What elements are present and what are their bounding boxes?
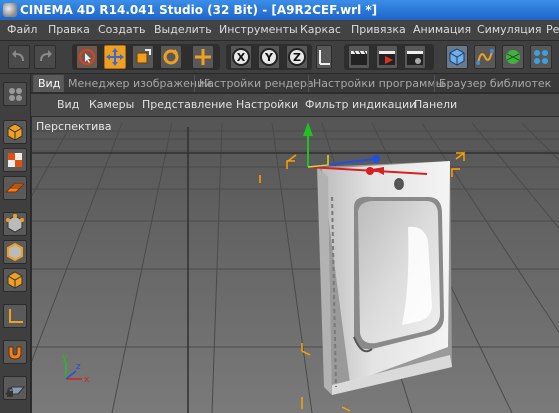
left-toolbar: [0, 74, 31, 413]
vpmenu-panel[interactable]: Панели: [414, 94, 457, 116]
edges-mode-button[interactable]: [3, 240, 27, 264]
sink-model: [317, 161, 452, 395]
viewport-perspective[interactable]: y x z Перспектива: [32, 117, 559, 413]
gizmo-z-handle: [372, 155, 380, 163]
window-title: CINEMA 4D R14.041 Studio (32 Bit) - [A9R…: [20, 3, 378, 17]
world-icon: [319, 50, 330, 65]
coordinate-system-button[interactable]: [316, 45, 332, 69]
axis-mode-button[interactable]: [3, 304, 27, 328]
menu-select[interactable]: Выделить: [154, 20, 212, 40]
vpmenu-cameras[interactable]: Камеры: [89, 94, 134, 116]
clapboard-icon: [351, 50, 367, 65]
z-axis-lock-button[interactable]: Z: [286, 45, 308, 69]
axis-label-z: z: [76, 362, 81, 372]
menu-animate[interactable]: Анимация: [413, 20, 471, 40]
main-toolbar: X Y Z: [0, 41, 559, 74]
polygons-cube-icon: [7, 271, 23, 289]
menu-file[interactable]: Файл: [7, 20, 37, 40]
y-axis-lock-button[interactable]: Y: [258, 45, 280, 69]
title-bar: CINEMA 4D R14.041 Studio (32 Bit) - [A9R…: [0, 0, 559, 20]
axis-corner-icon: [9, 309, 23, 323]
checker-icon: [8, 153, 22, 167]
menu-snap[interactable]: Привязка: [351, 20, 406, 40]
rotate-tool-button[interactable]: [160, 45, 182, 69]
vpmenu-view[interactable]: Вид: [57, 94, 79, 116]
add-tool-button[interactable]: [192, 45, 214, 69]
tab-preferences[interactable]: Настройки программы: [308, 75, 448, 92]
nurbs-icon: [506, 50, 520, 64]
editable-icon: [9, 88, 22, 101]
cube-icon: [449, 48, 465, 66]
texture-mode-button[interactable]: [3, 148, 27, 172]
redo-button[interactable]: [34, 45, 56, 69]
render-settings-button[interactable]: [404, 45, 426, 69]
model-mode-button[interactable]: [3, 120, 27, 144]
cube-button[interactable]: [446, 45, 468, 69]
render-view-button[interactable]: [348, 45, 370, 69]
y-axis-icon: Y: [260, 48, 278, 66]
nurbs-button[interactable]: [502, 45, 524, 69]
redo-icon: [40, 50, 52, 61]
magnet-icon: [8, 346, 22, 360]
z-axis-icon: Z: [288, 48, 306, 66]
points-mode-button[interactable]: [3, 212, 27, 236]
viewport-label: Перспектива: [36, 120, 112, 133]
vpmenu-filter[interactable]: Фильтр индикации: [305, 94, 416, 116]
viewport-scene: y x z: [32, 117, 559, 413]
x-axis-icon: X: [232, 48, 250, 66]
tab-content-browser[interactable]: Браузер библиотек: [434, 75, 555, 92]
points-cube-icon: [6, 214, 24, 233]
z-axis-label: Z: [293, 51, 301, 64]
vpmenu-display[interactable]: Представление: [142, 94, 232, 116]
lock-grid-icon: [4, 386, 26, 397]
scale-icon: [136, 49, 151, 64]
clapboard-render-icon: [379, 51, 395, 65]
snap-button[interactable]: [3, 340, 27, 364]
workplane-lock-button[interactable]: [3, 376, 27, 400]
menu-edit[interactable]: Правка: [48, 20, 90, 40]
tab-render-settings[interactable]: Настройки рендера: [194, 75, 318, 92]
menu-simulate[interactable]: Симуляция: [477, 20, 542, 40]
plus-icon: [195, 49, 211, 65]
live-selection-button[interactable]: [76, 45, 98, 69]
move-icon: [106, 48, 124, 66]
array-icon: [534, 50, 548, 64]
x-axis-label: X: [237, 51, 246, 64]
x-axis-lock-button[interactable]: X: [230, 45, 252, 69]
move-tool-button[interactable]: [104, 45, 126, 69]
manager-tabs: Вид Менеджер изображений Настройки ренде…: [31, 74, 559, 92]
spline-button[interactable]: [474, 45, 496, 69]
render-picture-viewer-button[interactable]: [376, 45, 398, 69]
axis-label-x: x: [84, 375, 90, 385]
menu-tools[interactable]: Инструменты: [219, 20, 298, 40]
clapboard-settings-icon: [407, 51, 423, 65]
viewport-menu: Вид Камеры Представление Настройки Фильт…: [31, 94, 559, 116]
model-cube-icon: [7, 123, 23, 141]
app-icon: [3, 3, 17, 17]
scale-tool-button[interactable]: [132, 45, 154, 69]
menu-mesh[interactable]: Каркас: [300, 20, 341, 40]
tab-picture-viewer[interactable]: Менеджер изображений: [63, 75, 215, 92]
edges-cube-icon: [7, 242, 23, 262]
spline-icon: [476, 49, 494, 65]
menu-create[interactable]: Создать: [98, 20, 146, 40]
menu-render[interactable]: Ре: [546, 20, 559, 40]
vpmenu-options[interactable]: Настройки: [236, 94, 298, 116]
polygons-mode-button[interactable]: [3, 268, 27, 292]
y-axis-label: Y: [264, 51, 274, 64]
undo-icon: [12, 50, 24, 61]
selection-icon: [79, 49, 95, 65]
workplane-mode-button[interactable]: [3, 176, 27, 200]
grid-plane-icon: [4, 183, 26, 193]
array-button[interactable]: [530, 45, 552, 69]
make-editable-button[interactable]: [3, 82, 27, 106]
rotate-icon: [163, 49, 179, 65]
tab-view[interactable]: Вид: [33, 75, 65, 92]
axis-label-y: y: [62, 353, 68, 363]
undo-button[interactable]: [8, 45, 30, 69]
menu-bar: Файл Правка Создать Выделить Инструменты…: [0, 20, 559, 41]
